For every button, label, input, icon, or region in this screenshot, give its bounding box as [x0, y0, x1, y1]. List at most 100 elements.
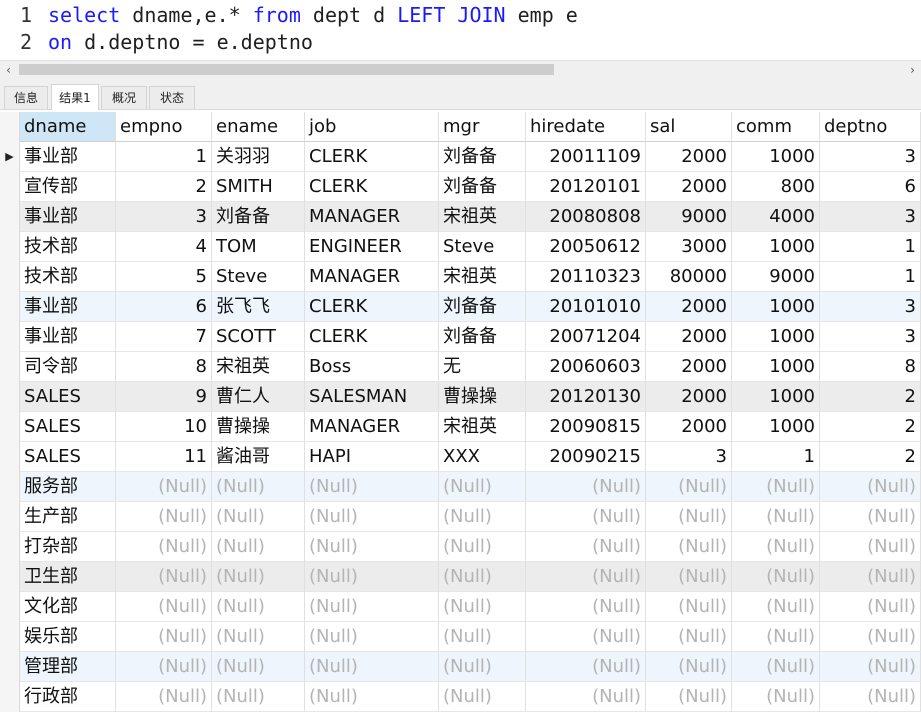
- table-row[interactable]: 事业部 6 张飞飞 CLERK 刘备备 20101010 2000 1000 3: [0, 292, 921, 322]
- cell-empno[interactable]: 7: [116, 322, 212, 352]
- cell-dname[interactable]: 卫生部: [20, 562, 116, 592]
- scrollbar-thumb[interactable]: [19, 64, 554, 75]
- cell-mgr[interactable]: Steve: [439, 232, 526, 262]
- row-indicator[interactable]: [0, 622, 20, 652]
- row-indicator[interactable]: [0, 532, 20, 562]
- row-indicator[interactable]: [0, 172, 20, 202]
- cell-hiredate[interactable]: 20120101: [526, 172, 646, 202]
- cell-mgr[interactable]: 刘备备: [439, 292, 526, 322]
- cell-job[interactable]: (Null): [305, 652, 439, 682]
- cell-deptno[interactable]: 2: [820, 382, 921, 412]
- row-indicator[interactable]: [0, 502, 20, 532]
- cell-job[interactable]: (Null): [305, 622, 439, 652]
- row-indicator[interactable]: [0, 412, 20, 442]
- cell-mgr[interactable]: 曹操操: [439, 382, 526, 412]
- table-row[interactable]: 事业部 7 SCOTT CLERK 刘备备 20071204 2000 1000 3: [0, 322, 921, 352]
- cell-ename[interactable]: 曹操操: [212, 412, 305, 442]
- cell-job[interactable]: (Null): [305, 472, 439, 502]
- cell-sal[interactable]: (Null): [646, 592, 732, 622]
- cell-deptno[interactable]: (Null): [820, 532, 921, 562]
- cell-sal[interactable]: (Null): [646, 502, 732, 532]
- cell-deptno[interactable]: (Null): [820, 562, 921, 592]
- cell-job[interactable]: CLERK: [305, 292, 439, 322]
- tab-status[interactable]: 状态: [149, 86, 195, 109]
- cell-mgr[interactable]: (Null): [439, 562, 526, 592]
- table-row[interactable]: 管理部 (Null) (Null) (Null) (Null) (Null) (Null)(…: [0, 652, 921, 682]
- cell-ename[interactable]: TOM: [212, 232, 305, 262]
- column-header-ename[interactable]: ename: [212, 112, 305, 142]
- cell-empno[interactable]: 3: [116, 202, 212, 232]
- cell-hiredate[interactable]: 20080808: [526, 202, 646, 232]
- table-row[interactable]: 卫生部 (Null) (Null) (Null) (Null) (Null) (Null)(…: [0, 562, 921, 592]
- cell-deptno[interactable]: (Null): [820, 622, 921, 652]
- cell-dname[interactable]: 行政部: [20, 682, 116, 712]
- cell-hiredate[interactable]: 20011109: [526, 142, 646, 172]
- cell-hiredate[interactable]: 20090815: [526, 412, 646, 442]
- cell-empno[interactable]: (Null): [116, 682, 212, 712]
- cell-dname[interactable]: 娱乐部: [20, 622, 116, 652]
- cell-job[interactable]: (Null): [305, 682, 439, 712]
- cell-comm[interactable]: (Null): [732, 652, 820, 682]
- cell-ename[interactable]: 曹仁人: [212, 382, 305, 412]
- row-indicator[interactable]: [0, 652, 20, 682]
- cell-job[interactable]: (Null): [305, 532, 439, 562]
- cell-ename[interactable]: (Null): [212, 682, 305, 712]
- table-row[interactable]: 打杂部 (Null) (Null) (Null) (Null) (Null) (Null)(…: [0, 532, 921, 562]
- cell-comm[interactable]: (Null): [732, 562, 820, 592]
- cell-mgr[interactable]: 宋祖英: [439, 262, 526, 292]
- cell-comm[interactable]: (Null): [732, 472, 820, 502]
- row-indicator[interactable]: [0, 592, 20, 622]
- cell-mgr[interactable]: XXX: [439, 442, 526, 472]
- cell-empno[interactable]: (Null): [116, 652, 212, 682]
- row-indicator[interactable]: [0, 232, 20, 262]
- cell-empno[interactable]: 1: [116, 142, 212, 172]
- row-indicator[interactable]: [0, 202, 20, 232]
- cell-sal[interactable]: 3000: [646, 232, 732, 262]
- cell-ename[interactable]: SCOTT: [212, 322, 305, 352]
- cell-mgr[interactable]: 宋祖英: [439, 412, 526, 442]
- cell-ename[interactable]: 关羽羽: [212, 142, 305, 172]
- cell-hiredate[interactable]: (Null): [526, 622, 646, 652]
- editor-horizontal-scrollbar[interactable]: ‹ ›: [0, 60, 921, 79]
- cell-hiredate[interactable]: 20060603: [526, 352, 646, 382]
- cell-empno[interactable]: 5: [116, 262, 212, 292]
- row-indicator[interactable]: [0, 472, 20, 502]
- cell-comm[interactable]: 1000: [732, 142, 820, 172]
- cell-ename[interactable]: SMITH: [212, 172, 305, 202]
- table-row[interactable]: 事业部 3 刘备备 MANAGER 宋祖英 20080808 9000 4000 3: [0, 202, 921, 232]
- cell-hiredate[interactable]: (Null): [526, 532, 646, 562]
- cell-deptno[interactable]: 6: [820, 172, 921, 202]
- cell-sal[interactable]: 2000: [646, 292, 732, 322]
- cell-dname[interactable]: 管理部: [20, 652, 116, 682]
- cell-deptno[interactable]: (Null): [820, 652, 921, 682]
- table-row[interactable]: 文化部 (Null) (Null) (Null) (Null) (Null) (Null)(…: [0, 592, 921, 622]
- row-indicator[interactable]: [0, 352, 20, 382]
- cell-dname[interactable]: 事业部: [20, 142, 116, 172]
- column-header-dname[interactable]: dname: [20, 112, 116, 142]
- cell-comm[interactable]: 1000: [732, 352, 820, 382]
- cell-comm[interactable]: (Null): [732, 592, 820, 622]
- cell-dname[interactable]: SALES: [20, 412, 116, 442]
- cell-job[interactable]: HAPI: [305, 442, 439, 472]
- sql-editor[interactable]: 1 select dname,e.* from dept d LEFT JOIN …: [0, 0, 921, 60]
- table-row[interactable]: 生产部 (Null) (Null) (Null) (Null) (Null) (Null)(…: [0, 502, 921, 532]
- cell-comm[interactable]: (Null): [732, 532, 820, 562]
- column-header-deptno[interactable]: deptno: [820, 112, 921, 142]
- cell-deptno[interactable]: 3: [820, 142, 921, 172]
- cell-job[interactable]: (Null): [305, 502, 439, 532]
- result-grid[interactable]: dname empno ename job mgr hiredate sal comm dept…: [0, 112, 921, 713]
- cell-sal[interactable]: 2000: [646, 352, 732, 382]
- cell-dname[interactable]: 技术部: [20, 232, 116, 262]
- cell-dname[interactable]: SALES: [20, 442, 116, 472]
- cell-comm[interactable]: 1000: [732, 232, 820, 262]
- cell-sal[interactable]: (Null): [646, 532, 732, 562]
- table-row[interactable]: ▶ 事业部 1 关羽羽 CLERK 刘备备 20011109 2000 1000 3: [0, 142, 921, 172]
- cell-job[interactable]: ENGINEER: [305, 232, 439, 262]
- table-row[interactable]: 技术部 5 Steve MANAGER 宋祖英 20110323 80000 9000 1: [0, 262, 921, 292]
- cell-sal[interactable]: 80000: [646, 262, 732, 292]
- table-row[interactable]: SALES 9 曹仁人 SALESMAN 曹操操 20120130 2000 1000 2: [0, 382, 921, 412]
- row-indicator[interactable]: [0, 682, 20, 712]
- cell-ename[interactable]: Steve: [212, 262, 305, 292]
- cell-ename[interactable]: (Null): [212, 562, 305, 592]
- cell-hiredate[interactable]: (Null): [526, 562, 646, 592]
